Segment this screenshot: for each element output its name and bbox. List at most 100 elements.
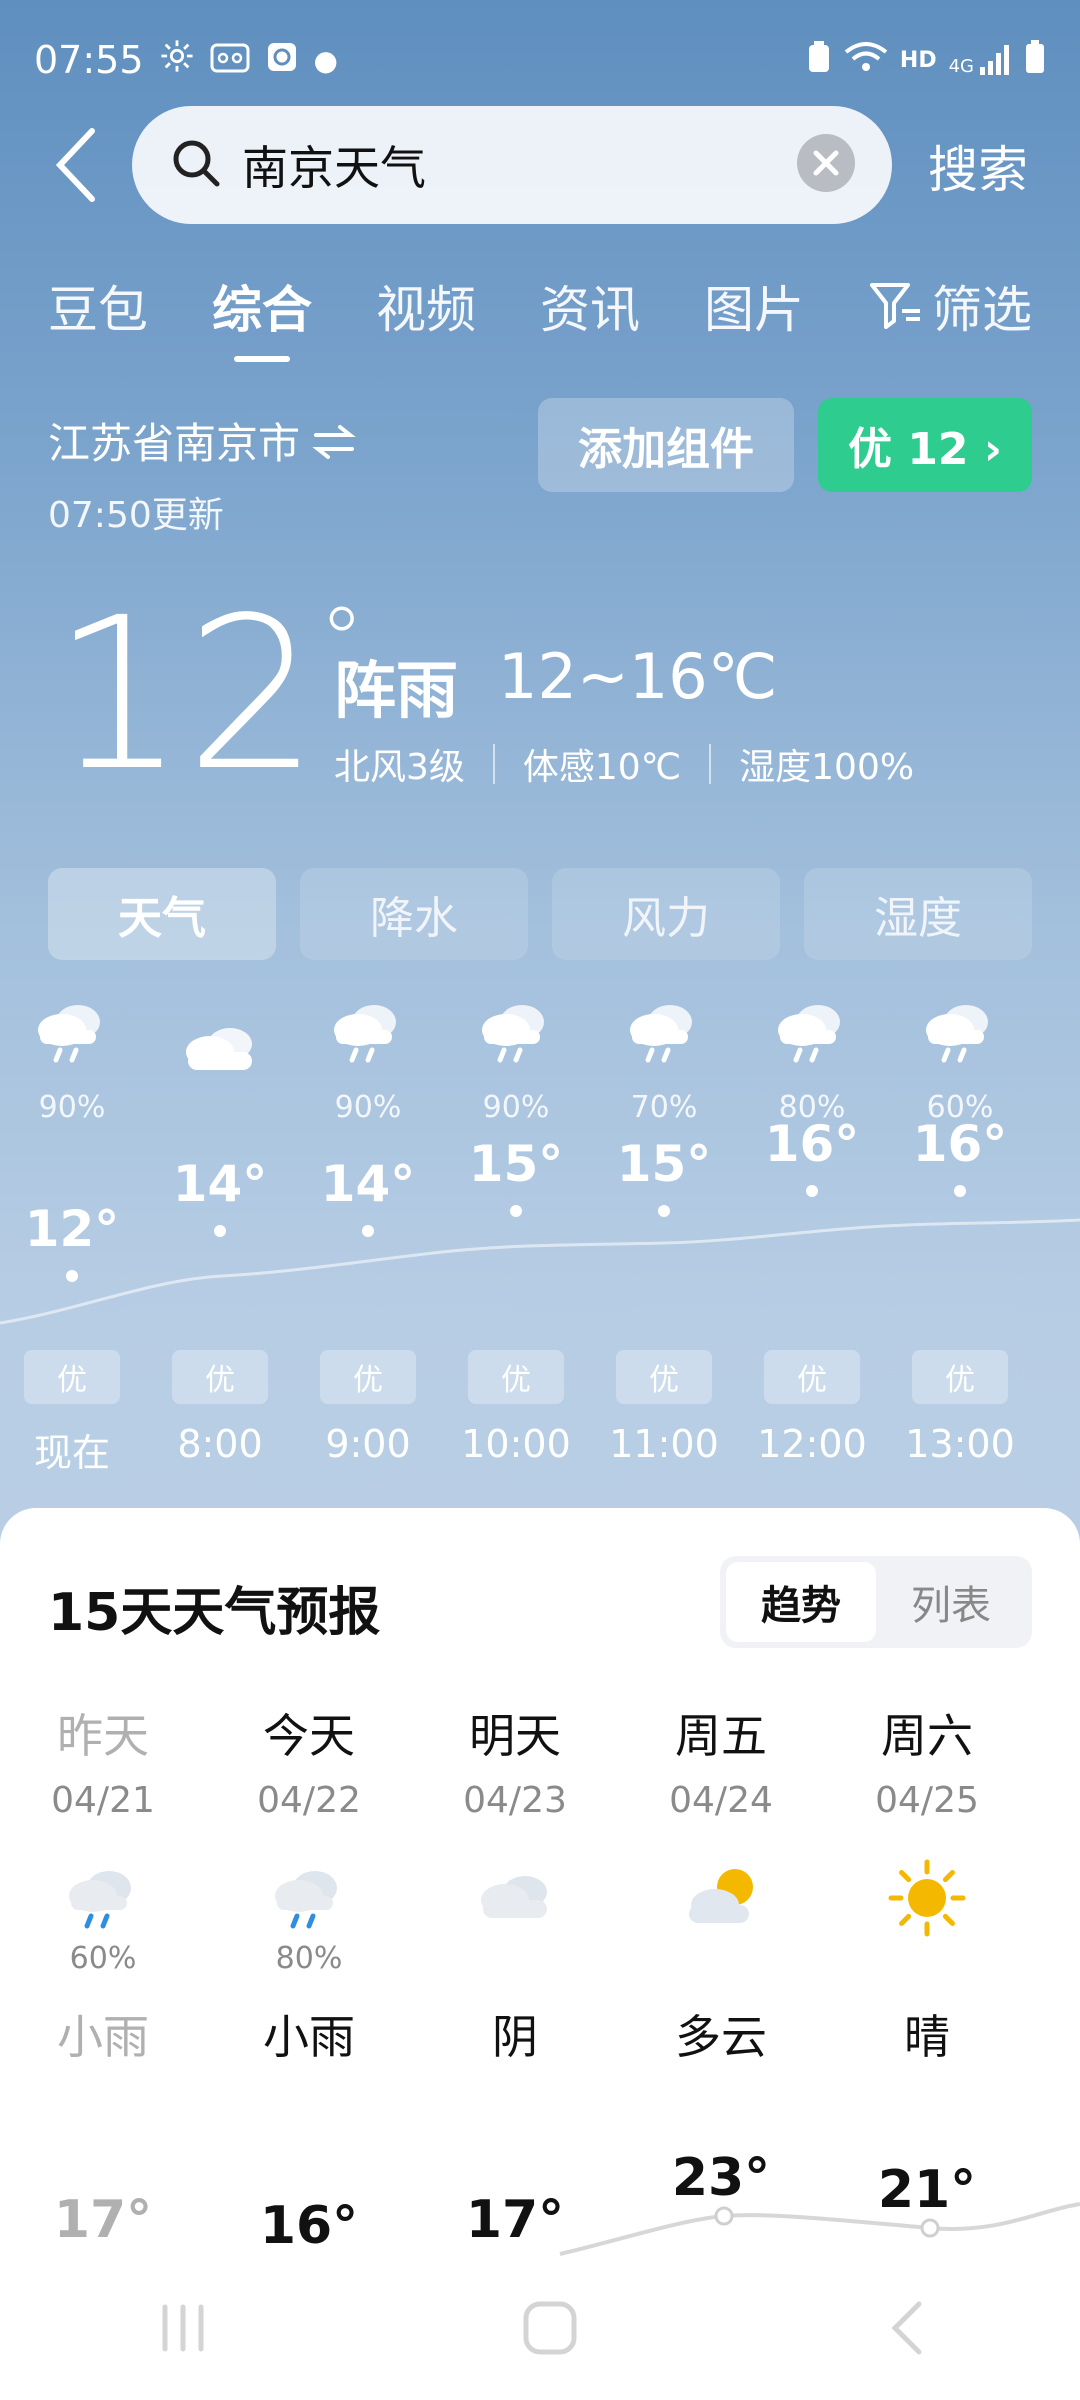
tab-all[interactable]: 综合 (212, 270, 312, 362)
feels-like: 体感10℃ (522, 747, 682, 788)
rain-probability (618, 1941, 824, 1977)
day-condition: 小雨 (263, 2010, 355, 2064)
swap-icon (312, 424, 356, 459)
view-list-button[interactable]: 列表 (876, 1562, 1026, 1642)
chevron-left-icon (55, 128, 95, 202)
partly-cloudy-icon (618, 1855, 824, 1941)
hd-label: HD (899, 47, 937, 73)
curve-point (66, 1270, 78, 1282)
forecast-title: 15天天气预报 (48, 1583, 381, 1643)
home-button[interactable] (520, 2300, 580, 2360)
hourly-temp: 16° (912, 1115, 1008, 1173)
day-condition: 多云 (675, 2010, 767, 2064)
rain-cloud-icon (294, 1000, 442, 1064)
curve-point (214, 1225, 226, 1237)
rain-probability: 90% (334, 1090, 402, 1125)
rain-cloud-icon (206, 1855, 412, 1941)
tab-doubao[interactable]: 豆包 (48, 270, 148, 362)
rain-cloud-icon (0, 1855, 206, 1941)
sun-icon (824, 1855, 1030, 1941)
curve-point (954, 1185, 966, 1197)
home-icon (523, 2301, 577, 2355)
day-condition: 晴 (904, 2010, 950, 2064)
current-temperature: 12° (52, 572, 365, 817)
hourly-time: 12:00 (757, 1422, 867, 1466)
hourly-forecast[interactable]: 90% 12° 优 现在 14° 优 8:00 90% 14° 优 9:00 9… (0, 980, 1080, 1480)
back-nav-button[interactable] (887, 2300, 927, 2360)
status-bar: 07:55 ● HD 4G (34, 30, 1046, 90)
hourly-time: 10:00 (461, 1422, 571, 1466)
hourly-item: 90% 14° 优 9:00 (294, 980, 442, 1480)
settings-icon (160, 38, 194, 82)
rain-cloud-icon (590, 1000, 738, 1064)
hourly-time: 现在 (33, 1431, 110, 1475)
rain-cloud-icon (738, 1000, 886, 1064)
hourly-item: 90% 15° 优 10:00 (442, 980, 590, 1480)
aqi-label: 优 (320, 1350, 416, 1404)
segment-wind[interactable]: 风力 (552, 868, 780, 960)
cloud-icon (146, 1020, 294, 1080)
aqi-label: 优 (24, 1350, 120, 1404)
search-input[interactable]: 南京天气 (132, 106, 892, 224)
curve-point (806, 1185, 818, 1197)
battery-icon (1024, 39, 1046, 81)
hourly-metric-selector: 天气 降水 风力 湿度 (48, 868, 1032, 960)
day-name: 周六 (881, 1709, 973, 1763)
filter-button[interactable]: 筛选 (868, 270, 1032, 362)
wifi-icon (844, 40, 888, 80)
tab-news[interactable]: 资讯 (540, 270, 640, 362)
search-icon (170, 137, 222, 193)
hourly-time: 11:00 (609, 1422, 719, 1466)
wind-info: 北风3级 (334, 747, 465, 788)
day-date: 04/22 (257, 1780, 361, 1821)
hourly-item: 90% 12° 优 现在 (0, 980, 146, 1480)
curve-point (510, 1205, 522, 1217)
hourly-item: 80% 16° 优 12:00 (738, 980, 886, 1480)
hourly-temp: 14° (172, 1155, 268, 1213)
aqi-label: 优 (912, 1350, 1008, 1404)
hourly-temp: 15° (468, 1135, 564, 1193)
hourly-item: 70% 15° 优 11:00 (590, 980, 738, 1480)
close-icon (797, 134, 855, 192)
rain-probability: 90% (482, 1090, 550, 1125)
location-name: 江苏省南京市 (48, 419, 301, 468)
location-switcher[interactable]: 江苏省南京市 (48, 410, 356, 471)
rain-probability: 90% (38, 1090, 106, 1125)
current-condition: 阵雨 12~16℃ (334, 640, 777, 730)
segment-precipitation[interactable]: 降水 (300, 868, 528, 960)
add-widget-button[interactable]: 添加组件 (538, 398, 794, 492)
daily-temp-curve (559, 2202, 1080, 2256)
clock: 07:55 (34, 38, 144, 82)
humidity: 湿度100% (739, 747, 915, 788)
hourly-temp: 12° (24, 1200, 120, 1258)
hourly-temp: 16° (764, 1115, 860, 1173)
back-button[interactable] (40, 120, 110, 210)
view-trend-button[interactable]: 趋势 (726, 1562, 876, 1642)
condition-text: 阵雨 (334, 654, 459, 727)
recents-button[interactable] (153, 2303, 213, 2357)
search-submit-button[interactable]: 搜索 (928, 130, 1028, 202)
aqi-badge-button[interactable]: 优 12 › (818, 398, 1032, 492)
aqi-label: 优 (764, 1350, 860, 1404)
clear-search-button[interactable] (796, 133, 856, 197)
rain-cloud-icon (442, 1000, 590, 1064)
segment-humidity[interactable]: 湿度 (804, 868, 1032, 960)
day-condition: 小雨 (57, 2010, 149, 2064)
rain-probability: 60% (69, 1941, 137, 1976)
curve-point (658, 1205, 670, 1217)
update-time: 07:50更新 (48, 495, 224, 536)
forecast-view-toggle: 趋势 列表 (720, 1556, 1032, 1648)
rain-cloud-icon (886, 1000, 1034, 1064)
divider (709, 744, 712, 784)
hourly-time: 8:00 (177, 1422, 263, 1466)
day-name: 昨天 (57, 1709, 149, 1763)
segment-weather[interactable]: 天气 (48, 868, 276, 960)
app-notification-icon (266, 38, 298, 82)
current-details: 北风3级 体感10℃ 湿度100% (334, 738, 914, 790)
battery-saver-icon (806, 40, 832, 80)
aqi-label: 优 (616, 1350, 712, 1404)
tab-video[interactable]: 视频 (376, 270, 476, 362)
hourly-temp: 15° (616, 1135, 712, 1193)
tab-images[interactable]: 图片 (704, 270, 804, 362)
hourly-time: 13:00 (905, 1422, 1015, 1466)
